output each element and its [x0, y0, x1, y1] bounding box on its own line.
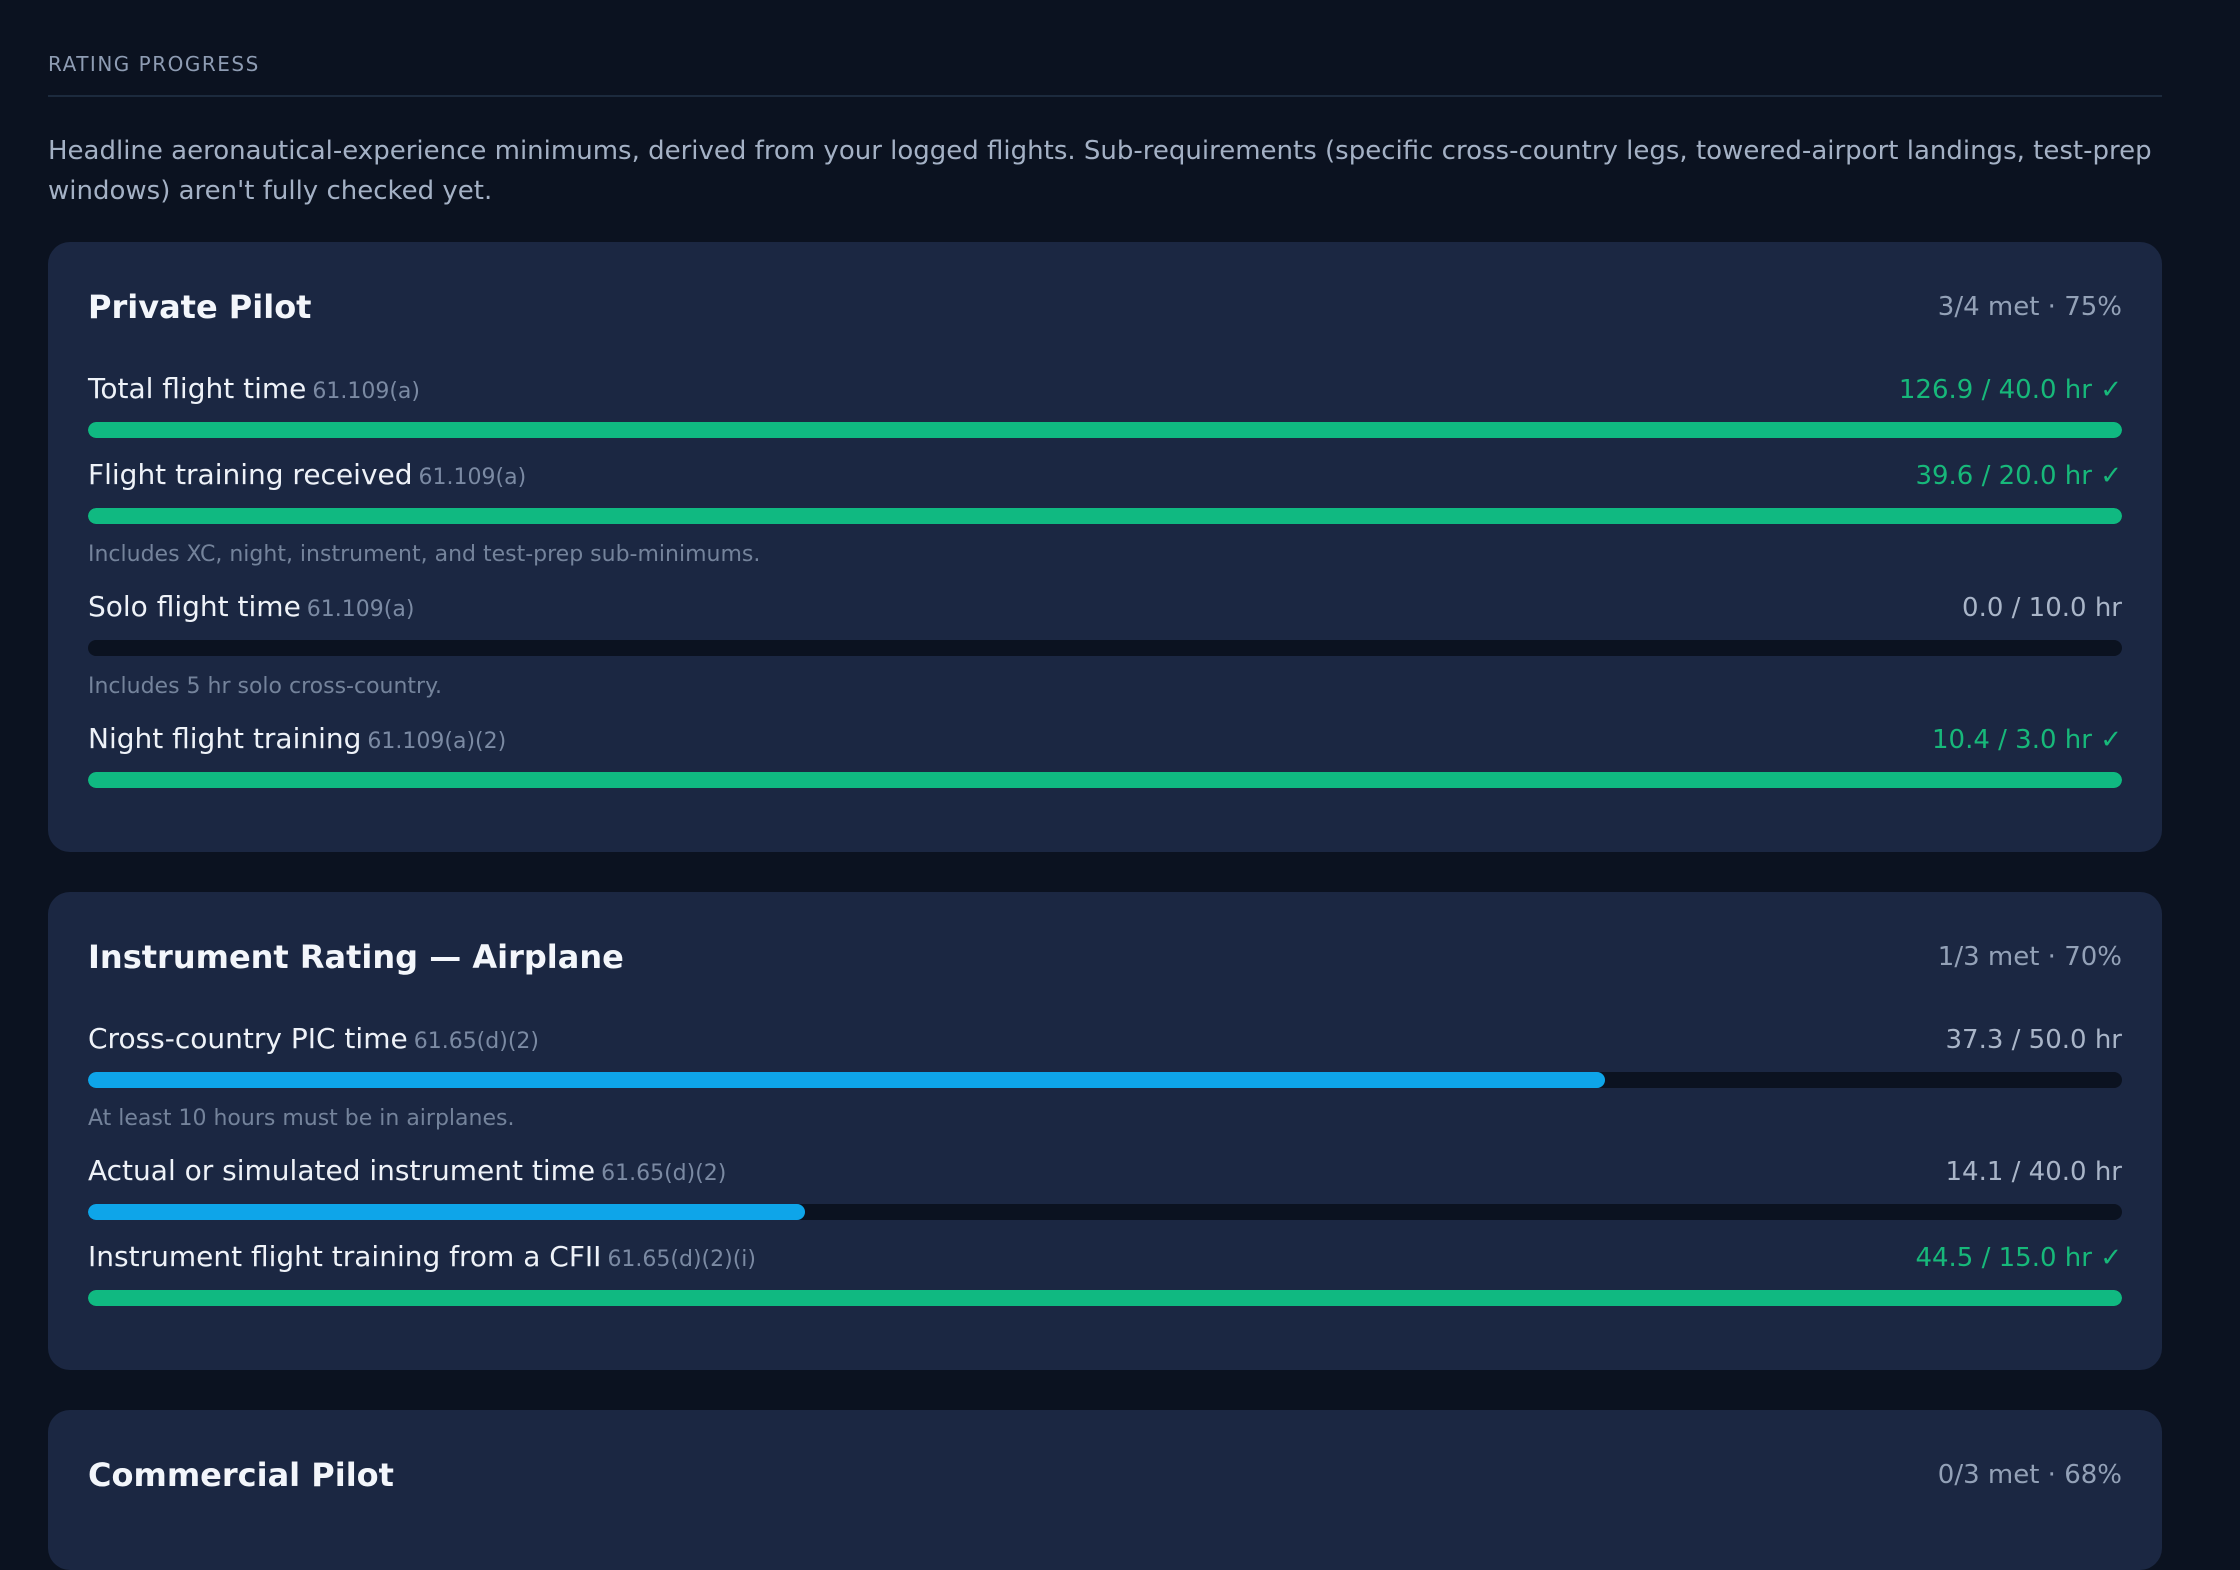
progress-bar — [88, 772, 2122, 788]
requirement-item: Cross-country PIC time 61.65(d)(2) 37.3 / … — [88, 1022, 2122, 1134]
requirement-label: Total flight time — [88, 372, 307, 405]
requirement-list: Cross-country PIC time 61.65(d)(2) 37.3 / … — [88, 1022, 2122, 1306]
progress-bar — [88, 640, 2122, 656]
regulation-code: 61.65(d)(2) — [413, 1029, 539, 1054]
section-intro: Headline aeronautical-experience minimum… — [48, 136, 2152, 206]
progress-bar-fill — [88, 1290, 2122, 1306]
section-header: RATING PROGRESS — [48, 0, 2162, 97]
requirement-row: Solo flight time 61.109(a) 0.0 / 10.0 hr — [88, 590, 2122, 634]
requirement-label: Cross-country PIC time — [88, 1022, 408, 1055]
requirement-label: Solo flight time — [88, 590, 301, 623]
requirement-item: Instrument flight training from a CFII 61… — [88, 1240, 2122, 1306]
card-header: Instrument Rating — Airplane 1/3 met · 7… — [88, 892, 2122, 1022]
requirement-label: Instrument flight training from a CFII — [88, 1240, 602, 1273]
card-header: Commercial Pilot 0/3 met · 68% — [88, 1410, 2122, 1540]
requirement-label-group: Flight training received 61.109(a) — [88, 458, 526, 491]
progress-bar — [88, 508, 2122, 524]
rating-progress-section: RATING PROGRESS Headline aeronautical-ex… — [48, 0, 2162, 1570]
progress-bar-fill — [88, 1204, 805, 1220]
requirement-label-group: Night flight training 61.109(a)(2) — [88, 722, 506, 755]
requirement-value: 14.1 / 40.0 hr — [1945, 1157, 2122, 1187]
requirement-value: 0.0 / 10.0 hr — [1962, 593, 2122, 623]
requirement-label-group: Instrument flight training from a CFII 61… — [88, 1240, 756, 1273]
card-title: Private Pilot — [88, 288, 312, 326]
requirement-label-group: Total flight time 61.109(a) — [88, 372, 420, 405]
requirement-label-group: Actual or simulated instrument time 61.65… — [88, 1154, 726, 1187]
rating-card-private-pilot: Private Pilot 3/4 met · 75% Total flight… — [48, 242, 2162, 852]
requirement-label-group: Cross-country PIC time 61.65(d)(2) — [88, 1022, 539, 1055]
regulation-code: 61.109(a)(2) — [367, 729, 507, 754]
requirement-row: Night flight training 61.109(a)(2) 10.4 / … — [88, 722, 2122, 766]
rating-card-commercial-pilot: Commercial Pilot 0/3 met · 68% — [48, 1410, 2162, 1570]
requirement-value: 37.3 / 50.0 hr — [1945, 1025, 2122, 1055]
card-title: Instrument Rating — Airplane — [88, 938, 624, 976]
card-header: Private Pilot 3/4 met · 75% — [88, 242, 2122, 372]
requirement-label: Actual or simulated instrument time — [88, 1154, 596, 1187]
requirement-label-group: Solo flight time 61.109(a) — [88, 590, 414, 623]
requirement-value: 44.5 / 15.0 hr ✓ — [1915, 1243, 2122, 1273]
card-summary: 3/4 met · 75% — [1937, 292, 2122, 322]
regulation-code: 61.109(a) — [312, 379, 421, 404]
requirement-item: Flight training received 61.109(a) 39.6 / … — [88, 458, 2122, 570]
requirement-list: Total flight time 61.109(a) 126.9 / 40.0 h… — [88, 372, 2122, 788]
regulation-code: 61.65(d)(2)(i) — [607, 1247, 756, 1272]
requirement-note: Includes 5 hr solo cross-country. — [88, 674, 442, 699]
requirement-row: Actual or simulated instrument time 61.65… — [88, 1154, 2122, 1198]
rating-card-instrument-rating: Instrument Rating — Airplane 1/3 met · 7… — [48, 892, 2162, 1370]
requirement-row: Instrument flight training from a CFII 61… — [88, 1240, 2122, 1284]
progress-bar — [88, 1204, 2122, 1220]
card-summary: 0/3 met · 68% — [1937, 1460, 2122, 1490]
progress-bar-fill — [88, 508, 2122, 524]
card-summary: 1/3 met · 70% — [1937, 942, 2122, 972]
progress-bar — [88, 422, 2122, 438]
regulation-code: 61.109(a) — [306, 597, 415, 622]
progress-bar — [88, 1072, 2122, 1088]
requirement-note: Includes XC, night, instrument, and test… — [88, 542, 761, 567]
progress-bar-fill — [88, 422, 2122, 438]
requirement-item: Solo flight time 61.109(a) 0.0 / 10.0 hr In… — [88, 590, 2122, 702]
requirement-label: Flight training received — [88, 458, 413, 491]
requirement-item: Night flight training 61.109(a)(2) 10.4 / … — [88, 722, 2122, 788]
requirement-value: 39.6 / 20.0 hr ✓ — [1915, 461, 2122, 491]
progress-bar-fill — [88, 772, 2122, 788]
requirement-row: Flight training received 61.109(a) 39.6 / … — [88, 458, 2122, 502]
progress-bar-fill — [88, 1072, 1606, 1088]
requirement-value: 10.4 / 3.0 hr ✓ — [1931, 725, 2122, 755]
requirement-label: Night flight training — [88, 722, 362, 755]
card-title: Commercial Pilot — [88, 1456, 394, 1494]
regulation-code: 61.109(a) — [418, 465, 527, 490]
requirement-row: Total flight time 61.109(a) 126.9 / 40.0 h… — [88, 372, 2122, 416]
requirement-item: Total flight time 61.109(a) 126.9 / 40.0 h… — [88, 372, 2122, 438]
regulation-code: 61.65(d)(2) — [601, 1161, 727, 1186]
requirement-item: Actual or simulated instrument time 61.65… — [88, 1154, 2122, 1220]
progress-bar — [88, 1290, 2122, 1306]
requirement-row: Cross-country PIC time 61.65(d)(2) 37.3 / … — [88, 1022, 2122, 1066]
requirement-note: At least 10 hours must be in airplanes. — [88, 1106, 515, 1131]
requirement-value: 126.9 / 40.0 hr ✓ — [1898, 375, 2122, 405]
